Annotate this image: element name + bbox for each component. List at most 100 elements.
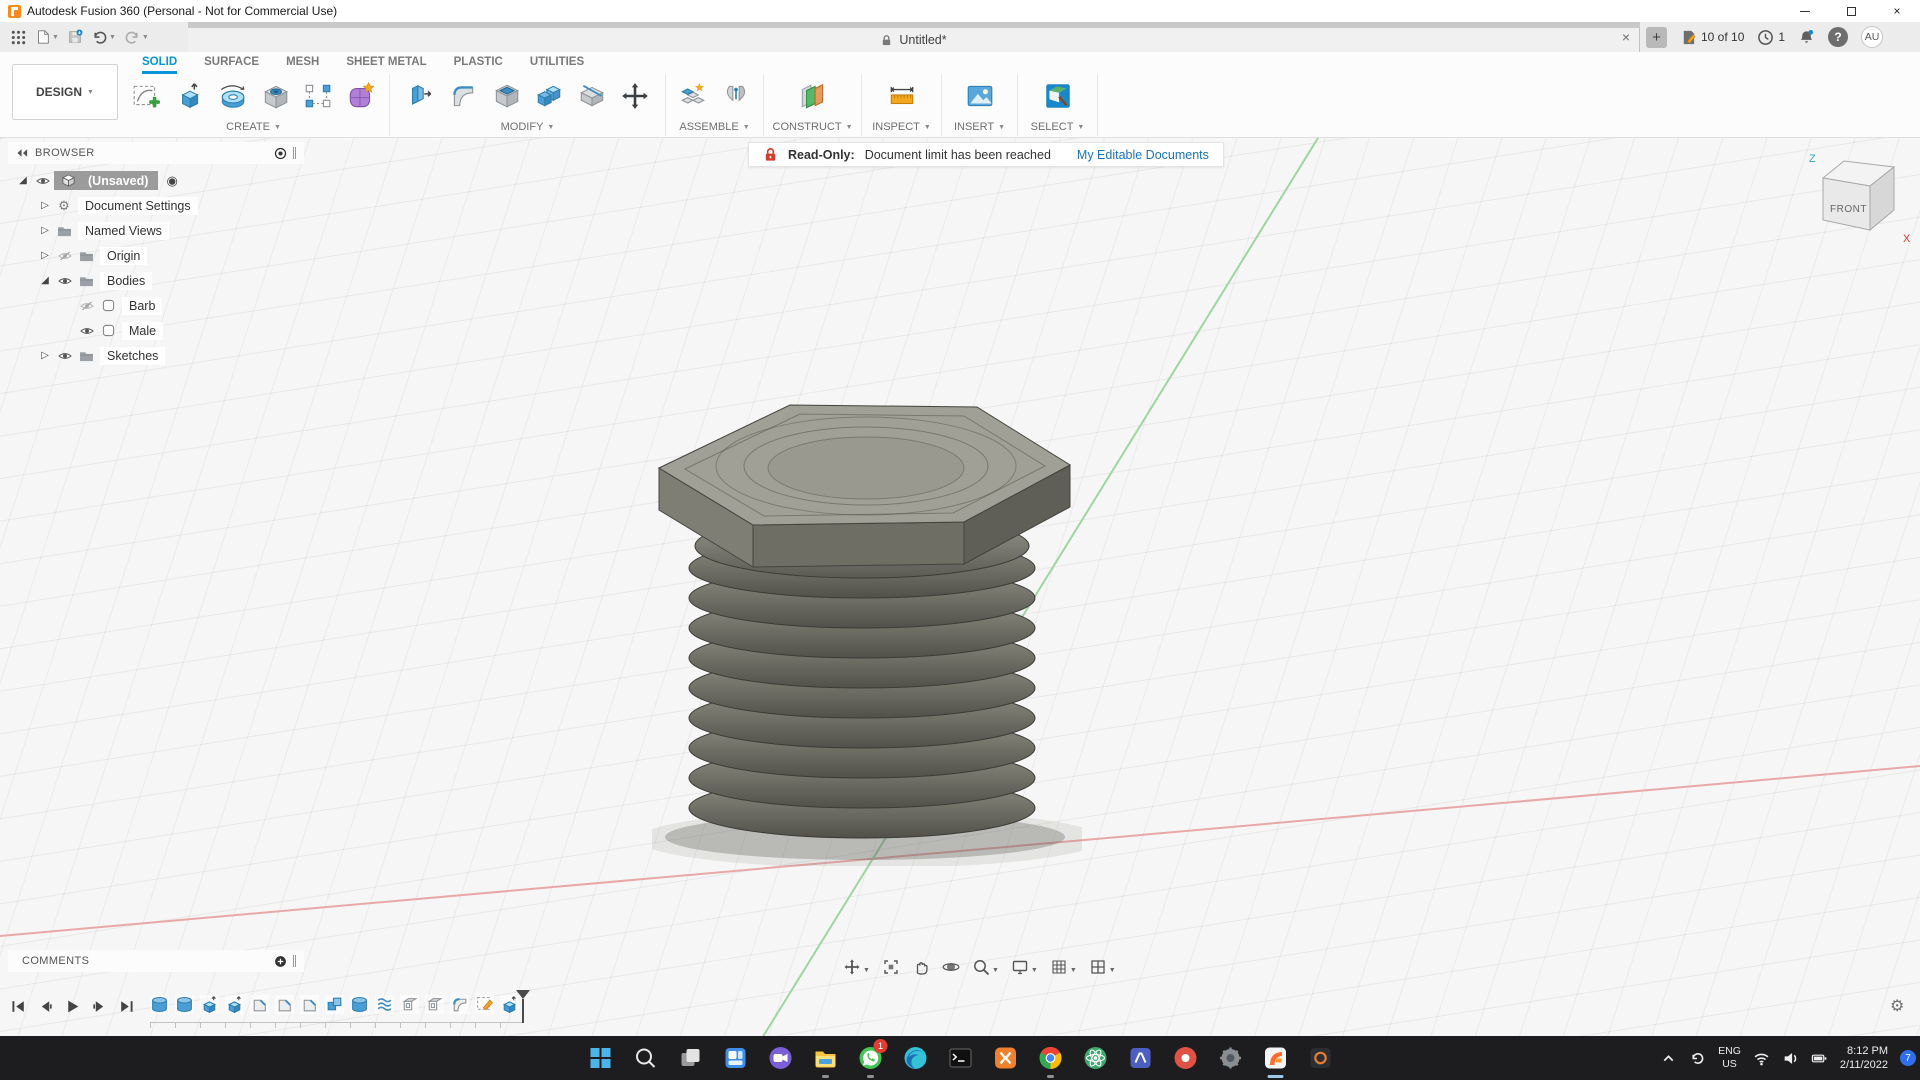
viewport-canvas[interactable]: BROWSER ◢(Unsaved)◉▷⚙Document Settings▷N… — [0, 138, 1920, 1036]
panel-resize-grip[interactable] — [293, 955, 296, 967]
redo-icon[interactable]: ▼ — [122, 27, 151, 48]
preferences-gear-icon[interactable]: ⚙ — [1890, 996, 1904, 1016]
pan-hand-icon[interactable] — [912, 958, 930, 976]
minimize-button[interactable] — [1782, 0, 1828, 22]
taskbar-edge-icon[interactable] — [893, 1036, 938, 1080]
timeline-feature-fillet-icon[interactable] — [450, 995, 469, 1014]
wifi-icon[interactable] — [1753, 1050, 1770, 1067]
expand-arrow-icon[interactable]: ▷ — [36, 250, 54, 261]
timeline-feature-coil-icon[interactable] — [375, 995, 394, 1014]
ribbon-group-label[interactable]: ASSEMBLE▼ — [668, 118, 761, 136]
viewports-icon[interactable]: ▼ — [1089, 958, 1116, 976]
visibility-eye-icon[interactable] — [32, 176, 54, 186]
user-avatar[interactable]: AU — [1861, 26, 1883, 48]
browser-item-named-views[interactable]: ▷Named Views — [8, 218, 328, 243]
taskbar-xampp-icon[interactable] — [983, 1036, 1028, 1080]
move-icon[interactable] — [618, 79, 652, 113]
pattern-icon[interactable] — [301, 79, 335, 113]
tray-chevron-up-icon[interactable] — [1660, 1050, 1677, 1067]
file-menu-icon[interactable]: ▼ — [33, 27, 61, 47]
view-cube[interactable]: Z FRONT X — [1806, 146, 1920, 250]
construct-plane-icon[interactable] — [796, 79, 830, 113]
taskbar-file-explorer-icon[interactable] — [803, 1036, 848, 1080]
grid-settings-icon[interactable]: ▼ — [1050, 958, 1077, 976]
pan-icon[interactable]: ▼ — [843, 958, 870, 976]
browser-item-document-settings[interactable]: ▷⚙Document Settings — [8, 193, 328, 218]
browser-item-origin[interactable]: ▷Origin — [8, 243, 328, 268]
add-comment-icon[interactable] — [274, 955, 287, 968]
timeline-feature-boxframe-icon[interactable] — [400, 995, 419, 1014]
new-component-icon[interactable] — [676, 79, 710, 113]
new-tab-button[interactable]: + — [1646, 27, 1667, 48]
taskbar-app-gray-icon[interactable] — [1208, 1036, 1253, 1080]
go-to-end-icon[interactable] — [118, 998, 135, 1015]
ribbon-tab-sheet-metal[interactable]: SHEET METAL — [346, 56, 426, 74]
extrude-icon[interactable] — [172, 79, 206, 113]
help-icon[interactable]: ? — [1828, 27, 1848, 47]
play-icon[interactable] — [64, 998, 81, 1015]
create-sketch-icon[interactable] — [129, 79, 163, 113]
taskbar-fusion-360-icon[interactable] — [1253, 1036, 1298, 1080]
expand-arrow-icon[interactable]: ▷ — [36, 225, 54, 236]
timeline-feature-chamfer-icon[interactable] — [250, 995, 269, 1014]
tray-sync-icon[interactable] — [1689, 1050, 1706, 1067]
taskbar-whatsapp-icon[interactable]: 1 — [848, 1036, 893, 1080]
insert-image-icon[interactable] — [963, 79, 997, 113]
job-status-indicator[interactable]: 1 — [1757, 29, 1785, 46]
taskbar-start-icon[interactable] — [578, 1036, 623, 1080]
timeline-feature-sketch-icon[interactable] — [475, 995, 494, 1014]
document-tab[interactable]: Untitled* × — [188, 22, 1640, 52]
visibility-eye-icon[interactable] — [54, 351, 76, 361]
taskbar-atom-icon[interactable] — [1073, 1036, 1118, 1080]
ribbon-group-label[interactable]: MODIFY▼ — [392, 118, 663, 136]
editable-documents-link[interactable]: My Editable Documents — [1077, 148, 1209, 162]
joint-icon[interactable] — [719, 79, 753, 113]
tab-close-icon[interactable]: × — [1622, 30, 1630, 44]
timeline-feature-extrude-icon[interactable] — [200, 995, 219, 1014]
create-form-icon[interactable] — [344, 79, 378, 113]
close-button[interactable]: × — [1874, 0, 1920, 22]
taskbar-terminal-icon[interactable] — [938, 1036, 983, 1080]
ribbon-tab-plastic[interactable]: PLASTIC — [454, 56, 503, 74]
visibility-eye-icon[interactable] — [76, 326, 98, 336]
notifications-bell-icon[interactable] — [1798, 29, 1815, 46]
expand-arrow-icon[interactable]: ▷ — [36, 350, 54, 361]
timeline-playhead[interactable] — [516, 990, 530, 1024]
browser-panel-header[interactable]: BROWSER — [8, 142, 304, 164]
ribbon-tab-solid[interactable]: SOLID — [142, 56, 177, 74]
taskbar-search-icon[interactable] — [623, 1036, 668, 1080]
revolve-icon[interactable] — [215, 79, 249, 113]
select-icon[interactable] — [1041, 79, 1075, 113]
press-pull-icon[interactable] — [403, 79, 437, 113]
taskbar-task-view-icon[interactable] — [668, 1036, 713, 1080]
document-limit-indicator[interactable]: 10 of 10 — [1680, 29, 1744, 46]
ribbon-group-label[interactable]: CONSTRUCT▼ — [766, 118, 859, 136]
ribbon-tab-utilities[interactable]: UTILITIES — [530, 56, 584, 74]
model-male-bolt[interactable] — [652, 396, 1082, 866]
timeline-feature-combine-icon[interactable] — [325, 995, 344, 1014]
app-grid-icon[interactable] — [8, 27, 29, 48]
workspace-switcher[interactable]: DESIGN ▼ — [12, 64, 118, 120]
combine-icon[interactable] — [532, 79, 566, 113]
maximize-button[interactable] — [1828, 0, 1874, 22]
selected-root-chip[interactable]: (Unsaved) — [54, 171, 158, 190]
step-forward-icon[interactable] — [91, 998, 108, 1015]
panel-resize-grip[interactable] — [293, 147, 296, 159]
battery-icon[interactable] — [1811, 1050, 1828, 1067]
ribbon-group-label[interactable]: SELECT▼ — [1020, 118, 1095, 136]
browser-item-sketches[interactable]: ▷Sketches — [8, 343, 328, 368]
fit-view-icon[interactable] — [882, 958, 900, 976]
ribbon-group-label[interactable]: INSPECT▼ — [864, 118, 939, 136]
timeline-feature-boxframe-icon[interactable] — [425, 995, 444, 1014]
timeline-feature-extrude-icon[interactable] — [225, 995, 244, 1014]
hole-icon[interactable] — [258, 79, 292, 113]
taskbar-app-blue-icon[interactable] — [1118, 1036, 1163, 1080]
activate-component-radio[interactable]: ◉ — [166, 173, 177, 189]
browser-item-(unsaved)[interactable]: ◢(Unsaved)◉ — [8, 168, 328, 193]
orbit-icon[interactable] — [942, 958, 960, 976]
save-icon[interactable] — [65, 27, 85, 47]
timeline-feature-cylinder-icon[interactable] — [175, 995, 194, 1014]
step-back-icon[interactable] — [37, 998, 54, 1015]
split-body-icon[interactable] — [575, 79, 609, 113]
zoom-icon[interactable]: ▼ — [972, 958, 999, 976]
